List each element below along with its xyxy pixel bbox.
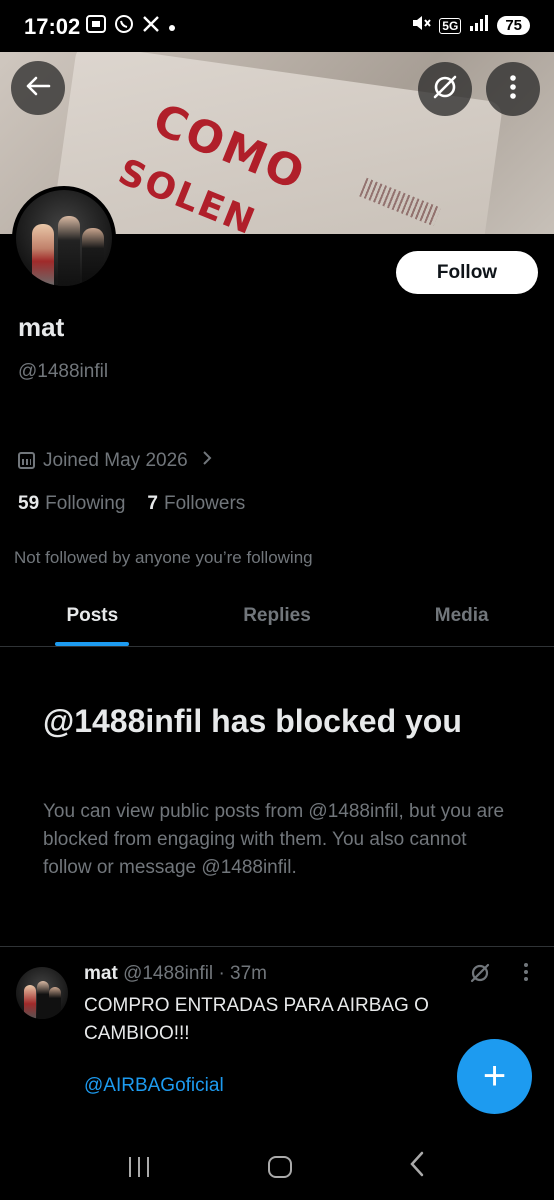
dot-icon — [168, 16, 176, 37]
more-options-button[interactable] — [486, 62, 540, 116]
post-more-button[interactable] — [519, 962, 533, 982]
arrow-left-icon — [25, 75, 51, 102]
followers-label: Followers — [163, 493, 246, 514]
followers-count: 7 — [147, 493, 158, 514]
post-header: mat @1488infil · 37m — [84, 963, 267, 985]
chevron-right-icon — [202, 449, 212, 472]
profile-handle: @1488infil — [18, 361, 109, 382]
joined-text: Joined May 2026 — [43, 449, 188, 471]
tab-media[interactable]: Media — [369, 589, 554, 646]
post-text: COMPRO ENTRADAS PARA AIRBAG O CAMBIOO!!! — [84, 995, 429, 1044]
profile-tabs: Posts Replies Media — [0, 589, 554, 647]
5g-icon: 5G — [439, 17, 462, 34]
home-icon[interactable] — [267, 1156, 292, 1178]
joined-date[interactable]: Joined May 2026 — [18, 449, 212, 472]
status-left-icons — [86, 14, 176, 39]
follow-button[interactable]: Follow — [396, 251, 538, 294]
not-followed-text: Not followed by anyone you’re following — [14, 548, 313, 567]
grok-icon — [431, 73, 459, 106]
battery-indicator: 75 — [497, 16, 530, 35]
profile-avatar[interactable] — [12, 186, 116, 290]
status-time: 17:02 — [24, 14, 81, 39]
more-vertical-icon — [509, 74, 517, 105]
blocked-title: @1488infil has blocked you — [43, 703, 462, 739]
back-button[interactable] — [11, 61, 65, 115]
post-time: · 37m — [218, 963, 268, 984]
status-right-icons: 5G 75 — [411, 14, 530, 37]
grok-button[interactable] — [418, 62, 472, 116]
calendar-icon — [18, 452, 35, 469]
back-nav-icon[interactable] — [409, 1151, 425, 1184]
more-vertical-icon — [514, 962, 539, 982]
post-author-handle[interactable]: @1488infil — [123, 963, 213, 984]
follow-stats: 59 Following 7 Followers — [18, 493, 245, 515]
avatar-figure — [24, 985, 36, 1019]
post-mention-link[interactable]: @AIRBAGoficial — [84, 1075, 224, 1097]
compose-post-button[interactable]: + — [457, 1039, 532, 1114]
system-nav-bar — [0, 1134, 554, 1200]
avatar-figure — [82, 228, 104, 286]
avatar-figure — [37, 981, 49, 1019]
followers-link[interactable]: 7 Followers — [147, 493, 245, 515]
following-label: Following — [45, 493, 126, 514]
signal-icon — [469, 15, 489, 36]
blocked-description: You can view public posts from @1488infi… — [43, 801, 505, 878]
status-bar: 17:02 5G 75 — [0, 0, 554, 52]
x-icon — [142, 15, 160, 38]
post-grok-button[interactable] — [469, 962, 491, 989]
profile-name: mat — [18, 312, 65, 342]
mute-icon — [411, 14, 432, 37]
avatar-figure — [49, 987, 61, 1019]
post-avatar[interactable] — [16, 967, 68, 1019]
divider — [0, 946, 554, 947]
whatsapp-icon — [114, 14, 134, 39]
grok-icon — [469, 963, 491, 988]
screenshot-icon — [86, 15, 106, 38]
recents-icon[interactable] — [128, 1157, 151, 1177]
following-link[interactable]: 59 Following — [18, 493, 125, 515]
tab-replies[interactable]: Replies — [185, 589, 370, 646]
avatar-figure — [32, 224, 54, 286]
plus-icon: + — [482, 1054, 507, 1098]
post-author-name[interactable]: mat — [84, 963, 118, 984]
following-count: 59 — [18, 493, 40, 514]
tab-posts[interactable]: Posts — [0, 589, 185, 646]
avatar-figure — [58, 216, 80, 286]
